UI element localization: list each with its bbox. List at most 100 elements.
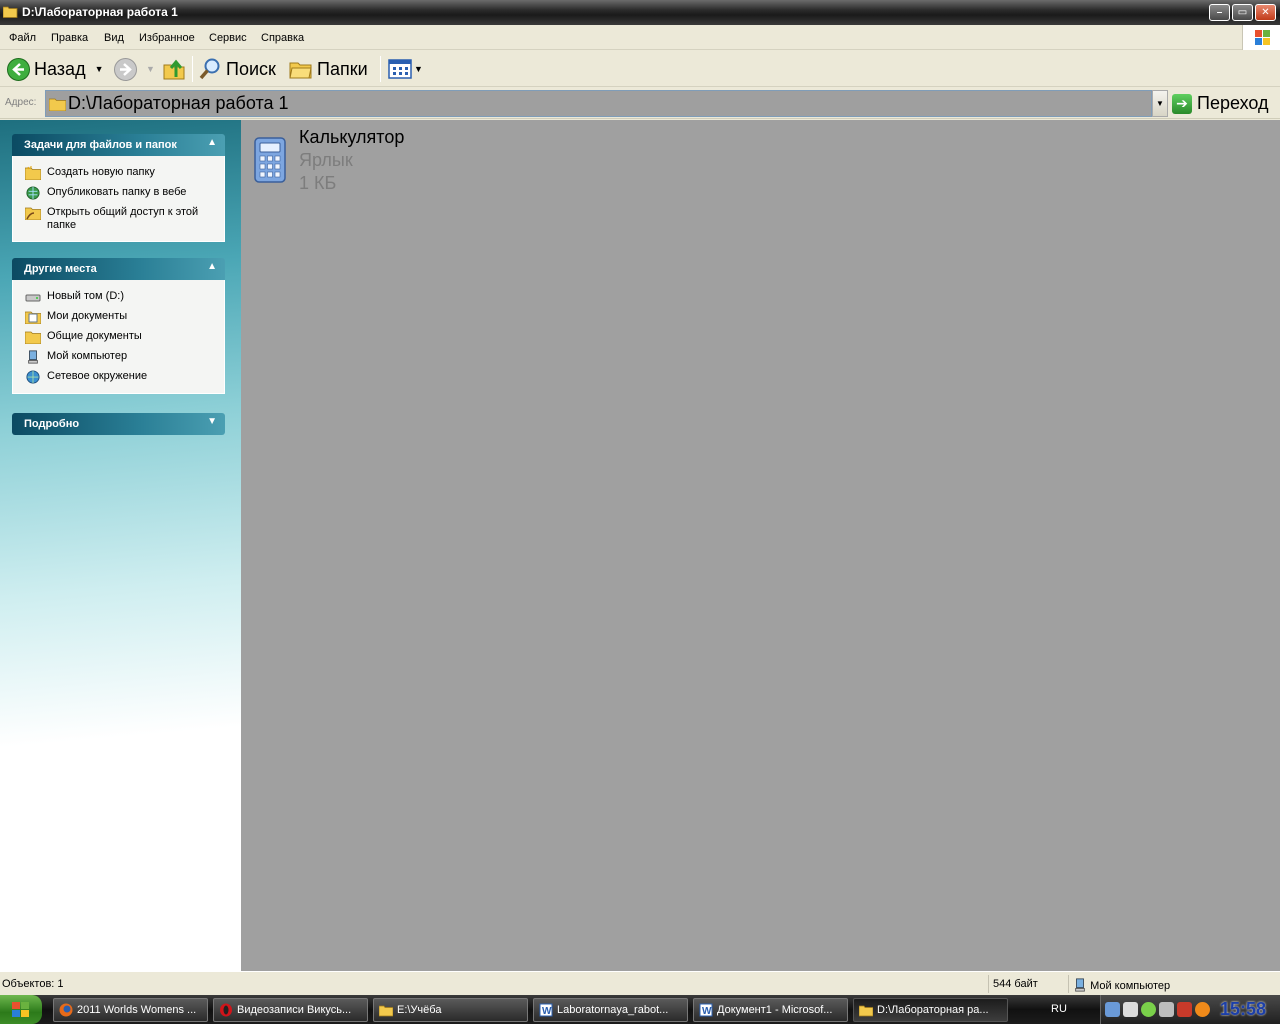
other-places-box: Другие места ▲ Новый том (D:) Мои докуме… [12, 258, 225, 394]
go-arrow-icon: ➔ [1172, 93, 1192, 114]
opera-icon [220, 1003, 232, 1017]
task-publish-web[interactable]: Опубликовать папку в вебе [13, 183, 224, 203]
taskbar-item-firefox[interactable]: 2011 Worlds Womens ... [53, 998, 208, 1022]
network-tray-icon[interactable] [1105, 1002, 1120, 1017]
my-computer-icon [28, 350, 38, 364]
new-folder-icon [25, 166, 41, 180]
language-indicator[interactable]: RU [1051, 1003, 1067, 1015]
collapse-icon[interactable]: ▲ [207, 261, 217, 272]
file-item[interactable]: Калькулятор Ярлык 1 КБ [250, 126, 450, 196]
clock[interactable]: 15:58 [1220, 999, 1266, 1020]
address-bar: Адрес: D:\Лабораторная работа 1 ▼ ➔ Пере… [0, 88, 1280, 119]
place-network[interactable]: Сетевое окружение [13, 367, 224, 387]
taskbar-item-label: E:\Учёба [397, 1004, 442, 1016]
file-size: 1 КБ [299, 173, 337, 193]
drive-icon [25, 294, 41, 302]
task-new-folder[interactable]: Создать новую папку [13, 163, 224, 183]
status-location-label: Мой компьютер [1090, 980, 1171, 992]
menu-tools[interactable]: Сервис [209, 32, 247, 44]
menu-bar: Файл Правка Вид Избранное Сервис Справка [0, 25, 1280, 50]
taskbar-item-word-doc1[interactable]: W Документ1 - Microsof... [693, 998, 848, 1022]
folder-icon [859, 1005, 873, 1017]
place-label: Новый том (D:) [47, 290, 124, 302]
taskbar-item-word-lab[interactable]: W Laboratornaya_rabot... [533, 998, 688, 1022]
address-label: Адрес: [5, 97, 37, 108]
file-view[interactable]: Калькулятор Ярлык 1 КБ [241, 120, 1280, 971]
search-button[interactable]: Поиск [198, 56, 276, 82]
toolbar-separator [192, 56, 193, 82]
menu-view[interactable]: Вид [104, 32, 124, 44]
update-tray-icon[interactable] [1195, 1002, 1210, 1017]
back-dropdown-icon[interactable]: ▼ [95, 64, 104, 74]
details-box: Подробно ▼ [12, 413, 225, 435]
place-label: Мои документы [47, 310, 128, 322]
back-label: Назад [34, 58, 86, 79]
collapse-icon[interactable]: ▲ [207, 137, 217, 148]
go-button[interactable]: ➔ Переход [1172, 90, 1269, 117]
other-places-header[interactable]: Другие места ▲ [12, 258, 225, 280]
go-label: Переход [1197, 93, 1269, 113]
taskbar: 2011 Worlds Womens ... Видеозаписи Викус… [0, 995, 1280, 1024]
menu-favorites[interactable]: Избранное [139, 32, 195, 44]
taskbar-item-label: Laboratornaya_rabot... [557, 1004, 669, 1016]
views-button[interactable]: ▼ [388, 56, 423, 82]
firefox-icon [59, 1003, 73, 1017]
task-share-folder[interactable]: Открыть общий доступ к этой папке [13, 203, 224, 235]
taskbar-item-label: 2011 Worlds Womens ... [77, 1004, 197, 1016]
taskbar-item-label: Документ1 - Microsof... [717, 1004, 833, 1016]
place-label: Мой компьютер [47, 350, 128, 362]
tasks-header[interactable]: Задачи для файлов и папок ▲ [12, 134, 225, 156]
folder-icon [379, 1005, 393, 1017]
messenger-tray-icon[interactable] [1141, 1002, 1156, 1017]
folders-label: Папки [317, 58, 368, 79]
menu-help[interactable]: Справка [261, 32, 304, 44]
forward-button[interactable]: ▼ [114, 56, 155, 82]
task-label: Открыть общий доступ к этой папке [47, 206, 199, 231]
address-dropdown-icon[interactable]: ▼ [1152, 90, 1168, 117]
window-title: D:\Лабораторная работа 1 [22, 5, 178, 19]
menu-file[interactable]: Файл [9, 32, 36, 44]
volume-tray-icon[interactable] [1177, 1002, 1192, 1017]
place-my-computer[interactable]: Мой компьютер [13, 347, 224, 367]
start-button[interactable] [0, 995, 42, 1024]
address-value: D:\Лабораторная работа 1 [68, 93, 289, 113]
task-label: Опубликовать папку в вебе [47, 186, 187, 198]
forward-dropdown-icon[interactable]: ▼ [146, 64, 155, 74]
place-my-documents[interactable]: Мои документы [13, 307, 224, 327]
tool-tray-icon[interactable] [1159, 1002, 1174, 1017]
taskbar-item-folder-study[interactable]: E:\Учёба [373, 998, 528, 1022]
word-icon: W [699, 1003, 713, 1017]
status-location: Мой компьютер [1068, 975, 1280, 993]
maximize-button[interactable]: ▭ [1232, 4, 1253, 21]
back-arrow-icon [7, 57, 30, 81]
settings-tray-icon[interactable] [1123, 1002, 1138, 1017]
system-tray: 15:58 [1100, 995, 1280, 1024]
expand-icon[interactable]: ▼ [207, 416, 217, 427]
status-size: 544 байт [988, 975, 1065, 993]
other-places-title: Другие места [24, 263, 97, 275]
menu-edit[interactable]: Правка [51, 32, 88, 44]
up-folder-button[interactable] [162, 56, 186, 82]
title-bar[interactable]: D:\Лабораторная работа 1 – ▭ ✕ [0, 0, 1280, 25]
task-label: Создать новую папку [47, 166, 155, 178]
toolbar: Назад ▼ ▼ Поиск Папки ▼ [0, 51, 1280, 87]
address-input[interactable]: D:\Лабораторная работа 1 [45, 90, 1152, 117]
back-button[interactable]: Назад ▼ [7, 56, 104, 82]
windows-logo-icon [1242, 25, 1280, 50]
svg-text:W: W [702, 1006, 712, 1017]
place-label: Общие документы [47, 330, 142, 342]
taskbar-item-opera[interactable]: Видеозаписи Викусь... [213, 998, 368, 1022]
place-drive-d[interactable]: Новый том (D:) [13, 287, 224, 307]
taskbar-item-folder-lab[interactable]: D:\Лабораторная ра... [853, 998, 1008, 1022]
taskbar-item-label: Видеозаписи Викусь... [237, 1004, 352, 1016]
task-pane: Задачи для файлов и папок ▲ Создать нову… [0, 120, 241, 971]
place-shared-documents[interactable]: Общие документы [13, 327, 224, 347]
file-type: Ярлык [299, 150, 353, 170]
details-header[interactable]: Подробно ▼ [12, 413, 225, 435]
views-dropdown-icon[interactable]: ▼ [414, 64, 423, 74]
minimize-button[interactable]: – [1209, 4, 1230, 21]
word-icon: W [539, 1003, 553, 1017]
close-button[interactable]: ✕ [1255, 4, 1276, 21]
status-bar: Объектов: 1 544 байт Мой компьютер [0, 971, 1280, 995]
folders-button[interactable]: Папки [289, 56, 368, 82]
